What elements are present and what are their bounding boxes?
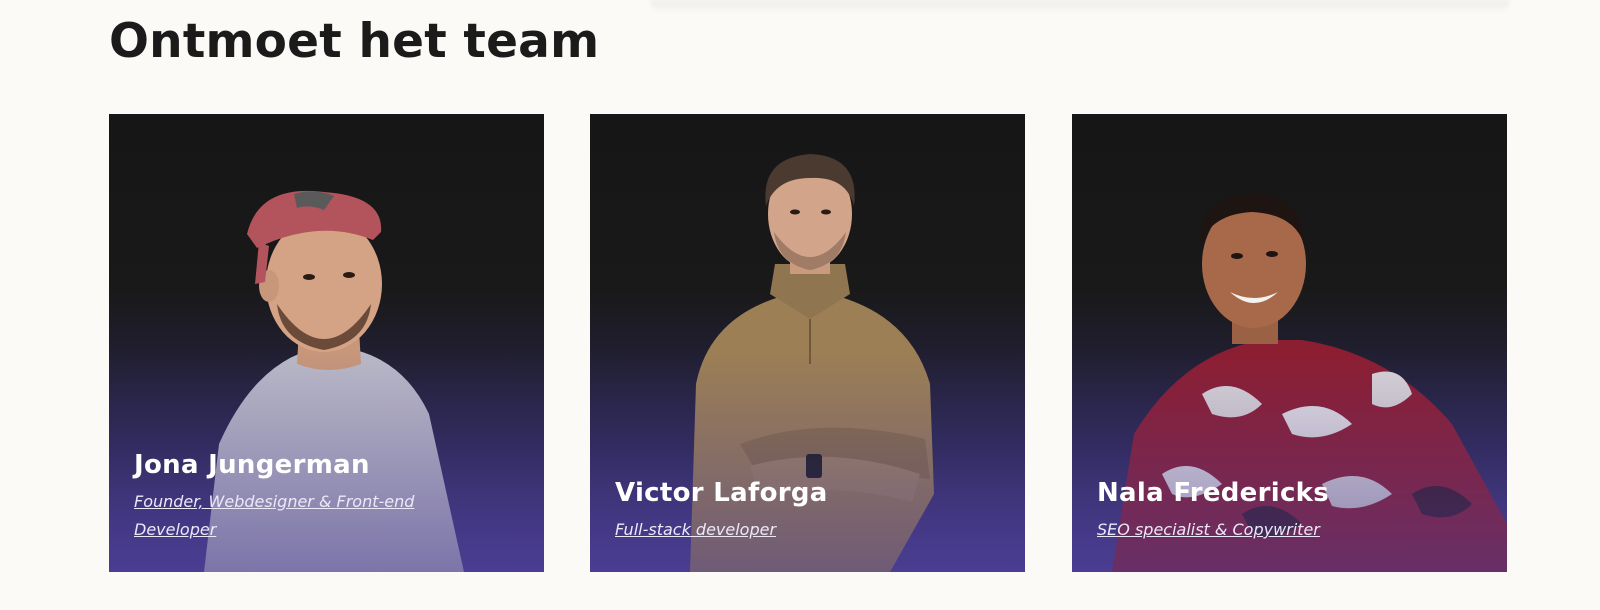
team-card-text: Jona Jungerman Founder, Webdesigner & Fr… xyxy=(134,450,484,544)
team-card-text: Nala Fredericks SEO specialist & Copywri… xyxy=(1097,478,1447,544)
team-member-role-link[interactable]: Founder, Webdesigner & Front-end Develop… xyxy=(134,488,484,544)
team-member-name: Nala Fredericks xyxy=(1097,478,1330,508)
team-card-victor: Victor Laforga Full-stack developer xyxy=(590,114,1025,572)
team-member-name: Jona Jungerman xyxy=(134,450,370,480)
team-card-nala: Nala Fredericks SEO specialist & Copywri… xyxy=(1072,114,1507,572)
team-member-name: Victor Laforga xyxy=(615,478,828,508)
section-title: Ontmoet het team xyxy=(109,14,600,69)
team-card-text: Victor Laforga Full-stack developer xyxy=(615,478,965,544)
header-shadow xyxy=(650,0,1510,14)
team-card-jona: Jona Jungerman Founder, Webdesigner & Fr… xyxy=(109,114,544,572)
team-member-role-link[interactable]: Full-stack developer xyxy=(615,516,965,544)
team-member-role-link[interactable]: SEO specialist & Copywriter xyxy=(1097,516,1447,544)
